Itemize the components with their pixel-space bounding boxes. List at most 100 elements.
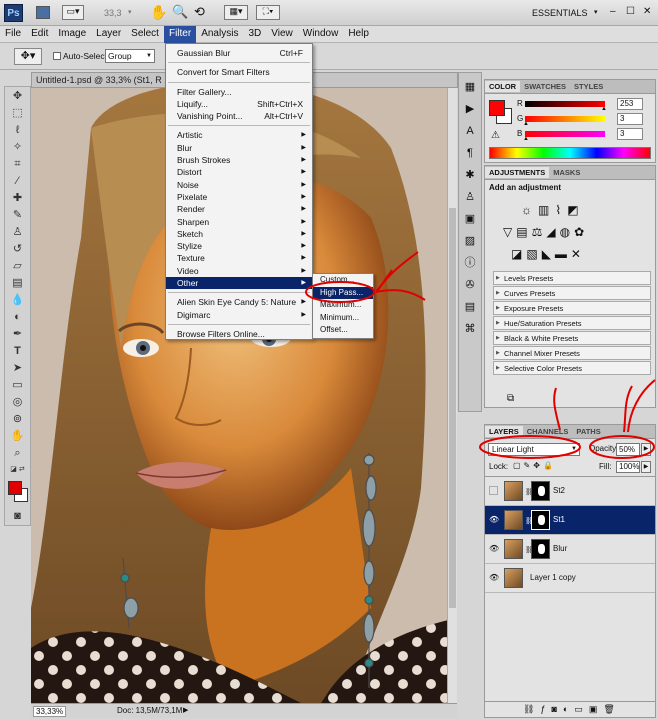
lock-icons[interactable]: ▢✎✥🔒 — [513, 461, 556, 470]
workspace-switcher[interactable]: ESSENTIALS — [532, 8, 588, 18]
histogram-icon[interactable]: ▨ — [461, 233, 479, 249]
opacity-slider-arrow-icon[interactable]: ▶ — [641, 443, 651, 456]
slider-handle-icon[interactable]: ▲ — [523, 136, 529, 142]
zoom-tool-icon[interactable]: ⌕ — [8, 445, 28, 461]
menu-filter[interactable]: Filter — [163, 26, 197, 43]
navigator-icon[interactable]: ▣ — [461, 211, 479, 227]
menu-file[interactable]: File — [0, 26, 26, 43]
preset-selective-color[interactable]: Selective Color Presets — [493, 361, 651, 375]
slider-handle-icon[interactable]: ▲ — [523, 121, 529, 127]
channel-r-slider[interactable] — [525, 101, 605, 107]
menu-item-render[interactable]: Render ▶ — [166, 203, 312, 215]
menu-item-sharpen[interactable]: Sharpen ▶ — [166, 216, 312, 228]
3d-rotate-icon[interactable]: ◎ — [8, 394, 28, 410]
vibrance-icon[interactable]: ▽ — [503, 225, 516, 239]
channel-g-value[interactable]: 3 — [617, 113, 643, 125]
preset-curves[interactable]: Curves Presets — [493, 286, 651, 300]
hue-saturation-icon[interactable]: ▤ — [516, 225, 531, 239]
quick-mask-icon[interactable]: ◙ — [8, 508, 28, 524]
menu-edit[interactable]: Edit — [26, 26, 53, 43]
preset-black-white[interactable]: Black & White Presets — [493, 331, 651, 345]
add-mask-icon[interactable]: ◙ — [551, 704, 562, 714]
default-colors-icon[interactable]: ◪ ⇄ — [8, 462, 28, 478]
menu-item-noise[interactable]: Noise ▶ — [166, 179, 312, 191]
visibility-eye-icon[interactable]: 👁 — [489, 573, 499, 582]
menu-item-brush-strokes[interactable]: Brush Strokes ▶ — [166, 154, 312, 166]
menu-item-texture[interactable]: Texture ▶ — [166, 252, 312, 264]
layer-mask-thumbnail[interactable] — [531, 539, 550, 559]
submenu-item-offset[interactable]: Offset... — [313, 324, 373, 337]
preset-exposure[interactable]: Exposure Presets — [493, 301, 651, 315]
submenu-item-high-pass[interactable]: High Pass... — [313, 286, 373, 299]
menu-item-sketch[interactable]: Sketch ▶ — [166, 228, 312, 240]
exposure-icon[interactable]: ◩ — [567, 203, 584, 217]
color-swatches[interactable] — [5, 479, 30, 507]
submenu-item-custom[interactable]: Custom... — [313, 274, 373, 287]
menu-item-digimarc[interactable]: Digimarc ▶ — [166, 309, 312, 321]
eraser-icon[interactable]: ▱ — [8, 258, 28, 274]
curves-icon[interactable]: ⌇ — [555, 203, 567, 217]
view-extras-icon[interactable]: ▭▾ — [62, 5, 84, 20]
type-tool-icon[interactable]: T — [8, 343, 28, 359]
path-selection-icon[interactable]: ➤ — [8, 360, 28, 376]
maximize-button[interactable]: ☐ — [626, 6, 635, 17]
hand-tool-icon[interactable]: ✋ — [8, 428, 28, 444]
color-balance-icon[interactable]: ⚖ — [532, 225, 547, 239]
eyedropper-icon[interactable]: ⁄ — [8, 173, 28, 189]
delete-layer-icon[interactable]: 🗑 — [603, 704, 620, 714]
tab-masks[interactable]: MASKS — [549, 167, 584, 178]
menu-item-blur[interactable]: Blur ▶ — [166, 142, 312, 154]
menu-layer[interactable]: Layer — [91, 26, 126, 43]
layer-style-icon[interactable]: ƒ — [540, 704, 551, 714]
color-ramp[interactable] — [489, 147, 651, 159]
menu-item-distort[interactable]: Distort ▶ — [166, 166, 312, 178]
fill-slider-arrow-icon[interactable]: ▶ — [641, 461, 651, 473]
hand-tool-icon[interactable]: ✋ — [150, 4, 167, 21]
new-layer-icon[interactable]: ▣ — [589, 704, 604, 714]
crop-tool-icon[interactable]: ⌗ — [8, 156, 28, 172]
fill-value[interactable]: 100% — [616, 461, 640, 473]
preset-levels[interactable]: Levels Presets — [493, 271, 651, 285]
rotate-view-icon[interactable]: ⟲ — [194, 4, 205, 20]
brushes-icon[interactable]: ✱ — [461, 167, 479, 183]
zoom-dropdown-icon[interactable]: ▾ — [128, 8, 132, 16]
layer-row[interactable]: 👁 Layer 1 copy — [485, 564, 655, 593]
menu-image[interactable]: Image — [53, 26, 91, 43]
black-white-icon[interactable]: ◢ — [546, 225, 559, 239]
move-tool-preset-icon[interactable]: ✥▾ — [14, 48, 42, 65]
info-icon[interactable]: ⓘ — [461, 255, 479, 271]
layer-row[interactable]: ⛓ St2 — [485, 477, 655, 506]
marquee-tool-icon[interactable]: ⬚ — [8, 105, 28, 121]
menu-item-artistic[interactable]: Artistic ▶ — [166, 129, 312, 141]
menu-view[interactable]: View — [266, 26, 298, 43]
dodge-tool-icon[interactable]: ◐ — [8, 309, 28, 325]
history-brush-icon[interactable]: ↺ — [8, 241, 28, 257]
selective-color-icon[interactable]: ✕ — [571, 247, 585, 261]
3d-panel-icon[interactable]: ✇ — [461, 277, 479, 293]
menu-item-gaussian-blur[interactable]: Gaussian Blur Ctrl+F — [166, 47, 312, 59]
layer-mask-thumbnail[interactable] — [531, 510, 550, 530]
move-tool-icon[interactable]: ✥ — [8, 88, 28, 104]
threshold-icon[interactable]: ◣ — [542, 247, 555, 261]
submenu-item-maximum[interactable]: Maximum... — [313, 299, 373, 312]
menu-window[interactable]: Window — [298, 26, 344, 43]
lasso-tool-icon[interactable]: ℓ — [8, 122, 28, 138]
history-icon[interactable]: ▦ — [461, 79, 479, 95]
menu-select[interactable]: Select — [126, 26, 164, 43]
link-layers-icon[interactable]: ⛓ — [523, 704, 540, 714]
channel-mixer-icon[interactable]: ✿ — [574, 225, 588, 239]
tab-adjustments[interactable]: ADJUSTMENTS — [485, 167, 550, 178]
arrange-documents-icon[interactable]: ▦▾ — [224, 5, 248, 20]
auto-select-checkbox[interactable] — [53, 52, 61, 60]
menu-item-stylize[interactable]: Stylize ▶ — [166, 240, 312, 252]
visibility-toggle-off[interactable] — [489, 486, 498, 495]
visibility-eye-icon[interactable]: 👁 — [489, 544, 499, 553]
blur-tool-icon[interactable]: 💧 — [8, 292, 28, 308]
measurement-icon[interactable]: ⌘ — [461, 321, 479, 337]
gamut-warning-icon[interactable]: ⚠ — [491, 130, 500, 141]
slider-handle-icon[interactable]: ▲ — [601, 106, 607, 112]
scroll-thumb[interactable] — [449, 208, 456, 608]
visibility-eye-icon[interactable]: 👁 — [489, 515, 499, 524]
opacity-value[interactable]: 50% — [616, 443, 640, 456]
channel-b-slider[interactable] — [525, 131, 605, 137]
